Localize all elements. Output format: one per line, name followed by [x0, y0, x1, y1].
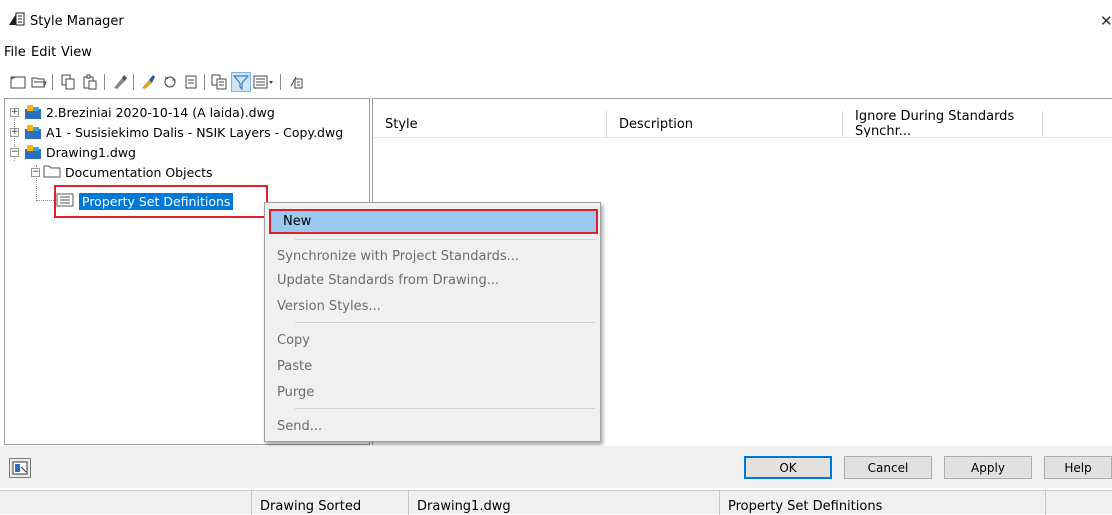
expand-icon[interactable]: + [10, 127, 19, 137]
window-title: Style Manager [30, 14, 124, 29]
status-extra [1046, 491, 1112, 515]
tree-node-drawing[interactable]: − Drawing1.dwg [5, 142, 136, 162]
toolbar-separator [104, 74, 105, 90]
menu-file[interactable]: File [4, 45, 26, 60]
tree-connector [36, 200, 56, 201]
drawing-file-icon [24, 104, 42, 120]
close-button[interactable]: ✕ [1100, 12, 1112, 30]
status-sort: Drawing Sorted [252, 491, 409, 515]
menu-edit[interactable]: Edit [31, 45, 56, 60]
menu-separator [295, 408, 595, 409]
status-bar: Drawing Sorted Drawing1.dwg Property Set… [0, 490, 1112, 515]
view-options-icon[interactable] [253, 72, 273, 92]
collapse-icon[interactable]: − [31, 167, 40, 177]
menu-separator [295, 239, 595, 240]
purge-icon[interactable] [138, 72, 158, 92]
context-menu-paste[interactable]: Paste [277, 354, 312, 378]
context-menu-purge[interactable]: Purge [277, 380, 314, 404]
folder-icon [43, 164, 61, 181]
tree-node-label: Documentation Objects [65, 164, 213, 180]
tree-node-drawing[interactable]: + 2.Breziniai 2020-10-14 (A laida).dwg [5, 102, 275, 122]
status-empty [0, 491, 252, 515]
context-menu-version-styles[interactable]: Version Styles... [277, 294, 381, 318]
toolbar [0, 64, 1112, 98]
synchronize-icon[interactable] [160, 72, 180, 92]
menu-separator [295, 322, 595, 323]
toggle-view-icon[interactable] [209, 72, 229, 92]
inspect-icon[interactable] [286, 72, 306, 92]
toggle-preview-button[interactable] [9, 458, 31, 478]
column-header-description[interactable]: Description [607, 111, 843, 137]
toolbar-separator [280, 74, 281, 90]
apply-button[interactable]: Apply [944, 456, 1032, 479]
edit-style-icon[interactable] [110, 72, 130, 92]
style-manager-icon [9, 12, 25, 29]
status-drawing: Drawing1.dwg [409, 491, 720, 515]
paste-icon[interactable] [80, 72, 100, 92]
cancel-button[interactable]: Cancel [844, 456, 932, 479]
toolbar-separator [133, 74, 134, 90]
context-menu-copy[interactable]: Copy [277, 328, 310, 352]
tree-node-category[interactable]: − Documentation Objects [27, 162, 213, 182]
button-bar: OK Cancel Apply Help [0, 446, 1112, 488]
tree-node-label: A1 - Susisiekimo Dalis - NSIK Layers - C… [46, 124, 344, 140]
context-menu-synchronize[interactable]: Synchronize with Project Standards... [277, 244, 519, 268]
drawing-file-icon [24, 124, 42, 140]
help-button[interactable]: Help [1044, 456, 1112, 479]
copy-icon[interactable] [58, 72, 78, 92]
send-icon[interactable] [181, 72, 201, 92]
annotation-highlight-box [54, 185, 268, 218]
tree-node-drawing[interactable]: + A1 - Susisiekimo Dalis - NSIK Layers -… [5, 122, 343, 142]
toolbar-separator [204, 74, 205, 90]
new-drawing-icon[interactable] [8, 72, 28, 92]
status-selection: Property Set Definitions [720, 491, 1046, 515]
context-menu-new[interactable]: New [269, 209, 598, 234]
context-menu: New Synchronize with Project Standards..… [264, 202, 601, 442]
column-header-style[interactable]: Style [373, 111, 607, 137]
drawing-file-icon [24, 144, 42, 160]
title-bar: Style Manager ✕ [0, 0, 1112, 36]
toolbar-separator [52, 74, 53, 90]
context-menu-update-standards[interactable]: Update Standards from Drawing... [277, 268, 499, 292]
tree-node-label: Drawing1.dwg [46, 144, 136, 160]
open-drawing-icon[interactable] [29, 72, 49, 92]
header-divider [373, 137, 1112, 138]
collapse-icon[interactable]: − [10, 147, 19, 157]
tree-node-label: 2.Breziniai 2020-10-14 (A laida).dwg [46, 104, 275, 120]
context-menu-send[interactable]: Send... [277, 414, 322, 438]
expand-icon[interactable]: + [10, 107, 19, 117]
menu-view[interactable]: View [61, 45, 92, 60]
column-header-ignore-sync[interactable]: Ignore During Standards Synchr... [843, 109, 1043, 139]
filter-icon[interactable] [231, 72, 251, 92]
ok-button[interactable]: OK [744, 456, 832, 479]
